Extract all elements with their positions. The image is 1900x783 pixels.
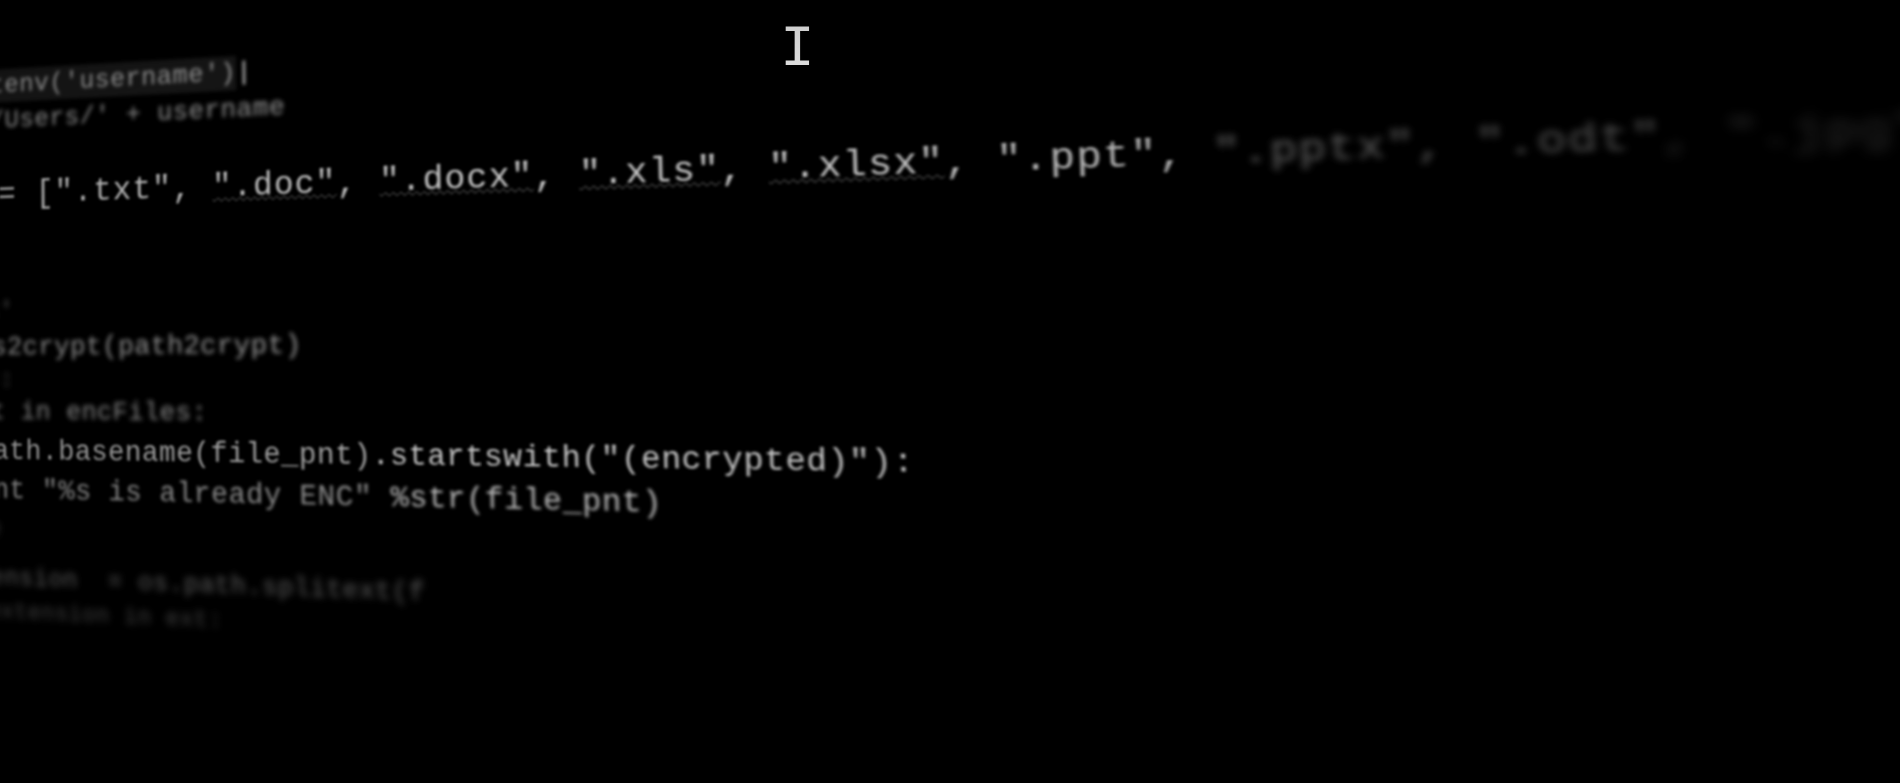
- code-line[interactable]: est': [0, 294, 13, 328]
- code-line[interactable]: ese: [0, 511, 1, 546]
- code-line[interactable]: pnt in encFiles:: [0, 393, 208, 433]
- code-line[interactable]: les2crypt(path2crypt): [0, 325, 302, 368]
- text-cursor-icon: I: [780, 18, 815, 83]
- line-cursor: |: [236, 57, 253, 88]
